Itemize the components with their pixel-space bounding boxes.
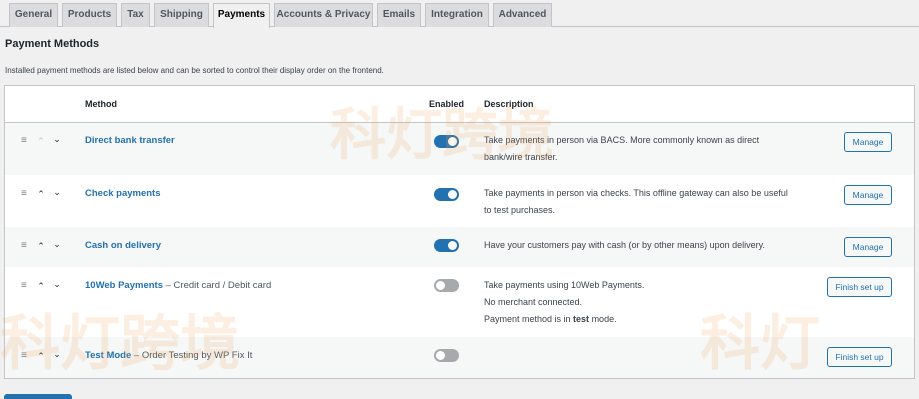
tab-accounts-privacy[interactable]: Accounts & Privacy xyxy=(274,3,373,27)
chevron-down-icon[interactable]: ⌄ xyxy=(52,187,62,197)
description-line: to test purchases. xyxy=(484,205,556,215)
enabled-toggle[interactable] xyxy=(434,188,459,201)
description-line: Take payments using 10Web Payments. xyxy=(484,280,645,290)
table-row: ≡ ⌃ ⌄ Direct bank transfer Take payments… xyxy=(5,123,914,175)
enabled-toggle[interactable] xyxy=(434,349,459,362)
chevron-down-icon[interactable]: ⌄ xyxy=(52,134,62,144)
description-line: No merchant connected. xyxy=(484,297,583,307)
tab-tax[interactable]: Tax xyxy=(121,3,150,27)
description-line: Have your customers pay with cash (or by… xyxy=(484,240,765,250)
menu-handle-icon[interactable]: ≡ xyxy=(21,188,27,199)
chevron-down-icon[interactable]: ⌄ xyxy=(52,349,62,359)
description-line: Take payments in person via checks. This… xyxy=(484,188,788,198)
method-link[interactable]: Cash on delivery xyxy=(85,240,161,251)
menu-handle-icon[interactable]: ≡ xyxy=(21,280,27,291)
tab-advanced[interactable]: Advanced xyxy=(493,3,552,27)
table-row: ≡ ⌃ ⌄ Test Mode – Order Testing by WP Fi… xyxy=(5,337,914,378)
table-header: Method Enabled Description xyxy=(5,86,914,123)
chevron-up-icon[interactable]: ⌃ xyxy=(36,189,46,199)
method-name: Check payments xyxy=(85,188,161,199)
method-description: Take payments using 10Web Payments. No m… xyxy=(484,277,824,328)
table-row: ≡ ⌃ ⌄ Check payments Take payments in pe… xyxy=(5,175,914,227)
description-line: Payment method is in test mode. xyxy=(484,314,617,324)
manage-button[interactable]: Manage xyxy=(844,237,892,257)
header-description: Description xyxy=(484,99,534,109)
method-suffix: – Credit card / Debit card xyxy=(162,280,272,291)
header-enabled: Enabled xyxy=(429,99,465,109)
method-link[interactable]: Test Mode xyxy=(85,350,131,361)
payment-methods-table: Method Enabled Description ≡ ⌃ ⌄ Direct … xyxy=(4,85,915,379)
menu-handle-icon[interactable]: ≡ xyxy=(21,240,27,251)
manage-button[interactable]: Manage xyxy=(844,132,892,152)
enabled-toggle[interactable] xyxy=(434,239,459,252)
chevron-up-icon[interactable]: ⌃ xyxy=(36,241,46,251)
chevron-down-icon[interactable]: ⌄ xyxy=(52,279,62,289)
description-line: bank/wire transfer. xyxy=(484,152,558,162)
method-suffix: – Order Testing by WP Fix It xyxy=(131,350,253,361)
tab-integration[interactable]: Integration xyxy=(425,3,489,27)
method-description: Take payments in person via BACS. More c… xyxy=(484,132,824,166)
finish-setup-button[interactable]: Finish set up xyxy=(827,277,892,297)
tab-general[interactable]: General xyxy=(9,3,58,27)
tab-products[interactable]: Products xyxy=(62,3,117,27)
menu-handle-icon[interactable]: ≡ xyxy=(21,350,27,361)
method-link[interactable]: 10Web Payments xyxy=(85,280,163,291)
toggle-knob xyxy=(448,137,457,146)
chevron-up-icon[interactable]: ⌃ xyxy=(36,281,46,291)
manage-button[interactable]: Manage xyxy=(844,185,892,205)
method-name: 10Web Payments – Credit card / Debit car… xyxy=(85,280,271,291)
method-link[interactable]: Check payments xyxy=(85,188,161,199)
enabled-toggle[interactable] xyxy=(434,279,459,292)
page-description: Installed payment methods are listed bel… xyxy=(5,66,384,75)
chevron-up-icon[interactable]: ⌃ xyxy=(36,351,46,361)
table-row: ≡ ⌃ ⌄ Cash on delivery Have your custome… xyxy=(5,227,914,267)
method-description: Have your customers pay with cash (or by… xyxy=(484,237,824,254)
tab-payments[interactable]: Payments xyxy=(213,3,270,28)
chevron-down-icon[interactable]: ⌄ xyxy=(52,239,62,249)
tab-emails[interactable]: Emails xyxy=(377,3,421,27)
chevron-up-icon: ⌃ xyxy=(37,136,45,146)
save-changes-button[interactable] xyxy=(4,394,72,399)
menu-handle-icon[interactable]: ≡ xyxy=(21,135,27,146)
finish-setup-button[interactable]: Finish set up xyxy=(827,347,892,367)
method-link[interactable]: Direct bank transfer xyxy=(85,135,175,146)
settings-tab-bar: General Products Tax Shipping Payments A… xyxy=(0,0,919,28)
description-line: Take payments in person via BACS. More c… xyxy=(484,135,760,145)
method-name: Cash on delivery xyxy=(85,240,161,251)
tab-shipping[interactable]: Shipping xyxy=(154,3,209,27)
header-method: Method xyxy=(85,99,117,109)
toggle-knob xyxy=(448,241,457,250)
toggle-knob xyxy=(448,190,457,199)
toggle-knob xyxy=(436,351,445,360)
enabled-toggle[interactable] xyxy=(434,135,459,148)
page-title: Payment Methods xyxy=(5,38,100,50)
method-description: Take payments in person via checks. This… xyxy=(484,185,824,219)
toggle-knob xyxy=(436,281,445,290)
table-row: ≡ ⌃ ⌄ 10Web Payments – Credit card / Deb… xyxy=(5,267,914,337)
method-name: Test Mode – Order Testing by WP Fix It xyxy=(85,350,252,361)
method-name: Direct bank transfer xyxy=(85,135,175,146)
